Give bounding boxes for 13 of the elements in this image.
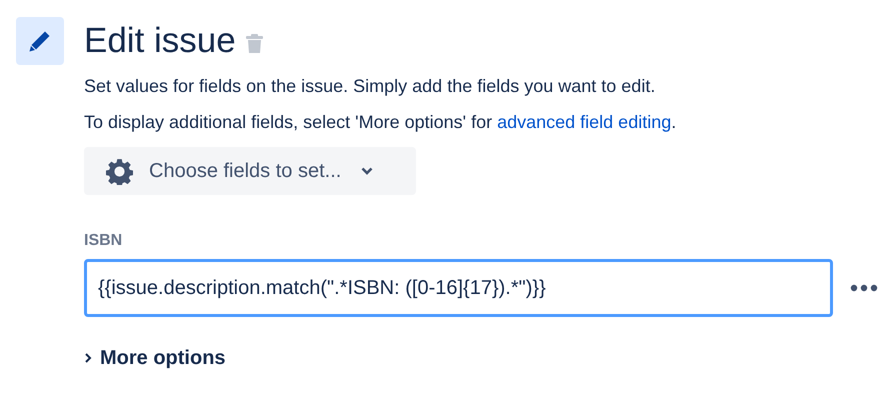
description-text: Set values for fields on the issue. Simply add the fields you want to edit. [84, 75, 656, 98]
field-label: ISBN [84, 231, 122, 251]
choose-fields-button[interactable]: Choose fields to set... [84, 147, 416, 195]
page-title: Edit issue [84, 20, 236, 62]
input-field[interactable]: {{issue.description.match(".*ISBN: ([0-16]{17}).*")}} [84, 259, 833, 317]
caret-icon [361, 167, 374, 175]
edit-icon [16, 17, 64, 65]
hint-text: To display additional fields, select 'More options' for advanced field editing. [84, 111, 676, 134]
advanced-editing-link[interactable]: advanced field editing [497, 112, 672, 132]
more-icon[interactable] [850, 284, 878, 292]
more-options-toggle[interactable]: More options [84, 343, 226, 373]
chevron-icon [84, 352, 92, 364]
gear-icon [106, 158, 133, 184]
